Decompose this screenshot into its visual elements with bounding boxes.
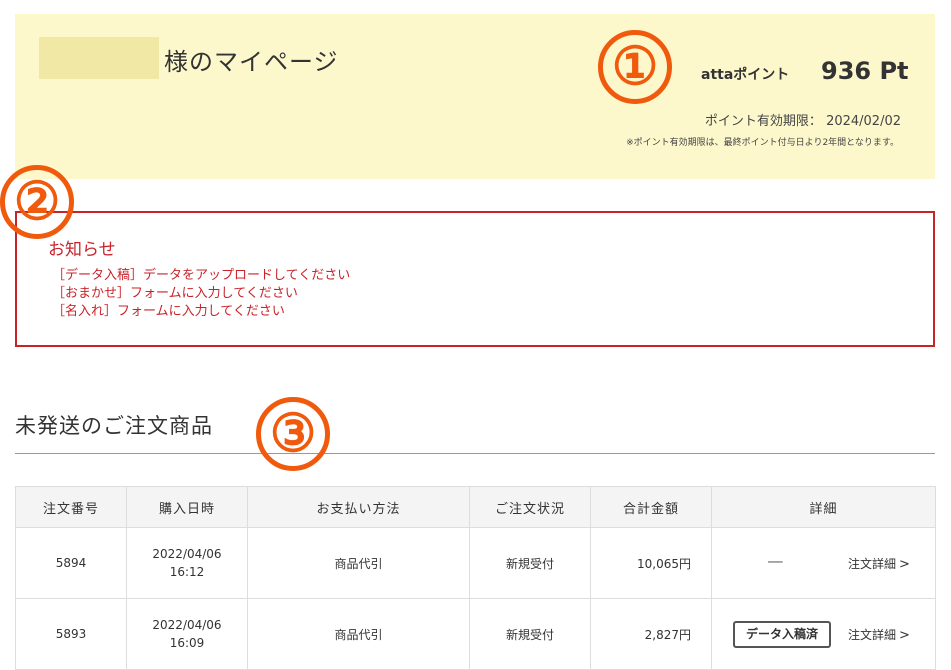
order-detail-label: 注文詳細 xyxy=(848,557,897,571)
order-date: 2022/04/06 xyxy=(152,547,222,561)
column-header-order-no: 注文番号 xyxy=(15,486,127,528)
mypage-header: 様のマイページ attaポイント 936 Pt ポイント有効期限： 2024/0… xyxy=(15,14,935,179)
table-row: 5894 2022/04/06 16:12 商品代引 新規受付 10,065円 … xyxy=(15,527,936,599)
detail-cell: ── 注文詳細 > xyxy=(711,527,936,599)
order-amount: 10,065円 xyxy=(590,527,712,599)
notice-title: お知らせ xyxy=(48,240,116,260)
order-detail-link[interactable]: 注文詳細 > xyxy=(848,626,910,643)
page-title: 様のマイページ xyxy=(164,48,339,76)
expiry-note: ※ポイント有効期限は、最終ポイント付与日より2年間となります。 xyxy=(626,138,899,148)
notice-item[interactable]: ［おまかせ］フォームに入力してください xyxy=(52,285,350,303)
annotation-marker-2: ② xyxy=(0,165,74,239)
order-status: 新規受付 xyxy=(469,527,591,599)
order-detail-label: 注文詳細 xyxy=(848,628,897,642)
section-heading: 未発送のご注文商品 xyxy=(15,414,213,438)
table-row: 5893 2022/04/06 16:09 商品代引 新規受付 2,827円 デ… xyxy=(15,598,936,670)
detail-cell: データ入稿済 注文詳細 > xyxy=(711,598,936,670)
notice-list: ［データ入稿］データをアップロードしてください ［おまかせ］フォームに入力してく… xyxy=(52,267,350,321)
order-datetime: 2022/04/06 16:12 xyxy=(126,527,248,599)
column-header-status: ご注文状況 xyxy=(469,486,591,528)
order-number: 5893 xyxy=(15,598,127,670)
section-divider xyxy=(15,453,935,454)
order-datetime: 2022/04/06 16:09 xyxy=(126,598,248,670)
chevron-right-icon: > xyxy=(899,628,910,643)
order-status: 新規受付 xyxy=(469,598,591,670)
column-header-detail: 詳細 xyxy=(711,486,936,528)
annotation-marker-1: ① xyxy=(598,30,672,104)
order-time: 16:12 xyxy=(169,565,205,579)
order-detail-link[interactable]: 注文詳細 > xyxy=(848,555,910,572)
column-header-amount: 合計金額 xyxy=(590,486,712,528)
points-value: 936 Pt xyxy=(821,57,909,85)
annotation-marker-3: ③ xyxy=(256,397,330,471)
upload-status-none: ── xyxy=(768,555,783,569)
user-name-redacted xyxy=(39,37,159,79)
notice-box: お知らせ ［データ入稿］データをアップロードしてください ［おまかせ］フォームに… xyxy=(15,211,935,347)
table-header-row: 注文番号 購入日時 お支払い方法 ご注文状況 合計金額 詳細 xyxy=(15,486,936,528)
points-expiry: ポイント有効期限： 2024/02/02 xyxy=(705,110,901,129)
expiry-date: 2024/02/02 xyxy=(826,114,901,129)
order-date: 2022/04/06 xyxy=(152,618,222,632)
column-header-payment: お支払い方法 xyxy=(247,486,470,528)
payment-method: 商品代引 xyxy=(247,598,470,670)
chevron-right-icon: > xyxy=(899,557,910,572)
notice-item[interactable]: ［データ入稿］データをアップロードしてください xyxy=(52,267,350,285)
expiry-label: ポイント有効期限： xyxy=(704,114,822,129)
notice-item[interactable]: ［名入れ］フォームに入力してください xyxy=(52,303,350,321)
points-label: attaポイント xyxy=(701,67,790,83)
column-header-date: 購入日時 xyxy=(126,486,248,528)
payment-method: 商品代引 xyxy=(247,527,470,599)
order-time: 16:09 xyxy=(169,636,205,650)
orders-table: 注文番号 購入日時 お支払い方法 ご注文状況 合計金額 詳細 5894 2022… xyxy=(15,486,936,670)
data-uploaded-badge: データ入稿済 xyxy=(733,621,831,648)
order-amount: 2,827円 xyxy=(590,598,712,670)
order-number: 5894 xyxy=(15,527,127,599)
